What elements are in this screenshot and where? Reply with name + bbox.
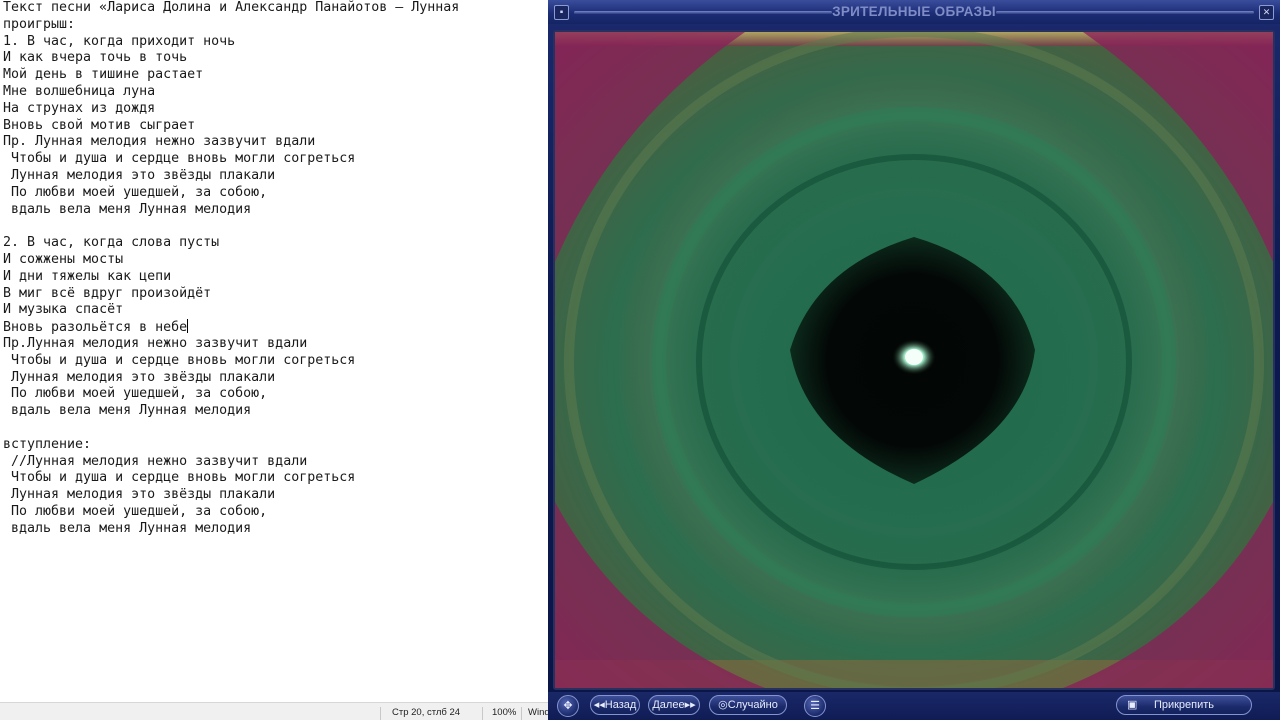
text-line-content: Мой день в тишине растает xyxy=(3,67,204,83)
rewind-icon: ◂◂ xyxy=(593,699,605,711)
text-line: Лунная мелодия это звёзды плакали xyxy=(3,487,548,504)
pin-button[interactable]: ▣ Прикрепить xyxy=(1116,695,1252,715)
text-editor-area[interactable]: Текст песни «Лариса Долина и Александр П… xyxy=(3,0,548,702)
text-line: вдаль вела меня Лунная мелодия xyxy=(3,202,548,219)
text-line: И дни тяжелы как цепи xyxy=(3,269,548,286)
text-line-content: Лунная мелодия это звёзды плакали xyxy=(3,487,276,503)
text-line-content: По любви моей ушедшей, за собою, xyxy=(3,386,268,402)
text-line-content: И дни тяжелы как цепи xyxy=(3,268,172,284)
text-line-content: Лунная мелодия это звёзды плакали xyxy=(3,167,276,183)
text-line: Чтобы и душа и сердце вновь могли согрет… xyxy=(3,470,548,487)
cursor-position: Стр 20, стлб 24 xyxy=(392,707,461,718)
text-line: И музыка спасёт xyxy=(3,302,548,319)
media-player-window: ЗРИТЕЛЬНЫЕ ОБРАЗЫ ▪ ✕ ✥ ◂◂Назад Далее▸▸ … xyxy=(548,0,1280,720)
zoom-level: 100% xyxy=(492,707,517,718)
back-button-label: Назад xyxy=(604,699,637,711)
next-button[interactable]: Далее▸▸ xyxy=(648,695,700,715)
text-line: И сожжены мосты xyxy=(3,252,548,269)
notepad-window: Текст песни «Лариса Долина и Александр П… xyxy=(0,0,548,720)
text-line-content: Чтобы и душа и сердце вновь могли согрет… xyxy=(3,470,356,486)
text-line: По любви моей ушедшей, за собою, xyxy=(3,386,548,403)
status-divider xyxy=(482,707,483,720)
pin-button-label: Прикрепить xyxy=(1153,699,1215,711)
text-line-content: Пр.Лунная мелодия нежно зазвучит вдали xyxy=(3,335,308,351)
text-caret xyxy=(187,319,189,334)
text-line-content: И музыка спасёт xyxy=(3,302,124,318)
text-line-content: 2. В час, когда слова пусты xyxy=(3,235,220,251)
player-title: ЗРИТЕЛЬНЫЕ ОБРАЗЫ xyxy=(832,4,996,19)
text-line: //Лунная мелодия нежно зазвучит вдали xyxy=(3,454,548,471)
text-line-content: Чтобы и душа и сердце вновь могли согрет… xyxy=(3,352,356,368)
text-line: проигрыш: xyxy=(3,17,548,34)
text-line xyxy=(3,420,548,437)
text-line: Лунная мелодия это звёзды плакали xyxy=(3,370,548,387)
text-line: Мой день в тишине растает xyxy=(3,67,548,84)
text-line-content: Чтобы и душа и сердце вновь могли согрет… xyxy=(3,151,356,167)
move-icon[interactable]: ✥ xyxy=(557,695,579,717)
text-line-content: Лунная мелодия это звёзды плакали xyxy=(3,369,276,385)
text-line: вдаль вела меня Лунная мелодия xyxy=(3,521,548,538)
text-line: Мне волшебница луна xyxy=(3,84,548,101)
random-button-label: Случайно xyxy=(727,699,778,711)
status-bar: Стр 20, стлб 24 100% Wind xyxy=(0,702,548,720)
text-line-content: На струнах из дождя xyxy=(3,100,156,116)
player-titlebar: ЗРИТЕЛЬНЫЕ ОБРАЗЫ ▪ ✕ xyxy=(548,0,1280,24)
random-button[interactable]: ◎Случайно xyxy=(709,695,787,715)
text-line: Лунная мелодия это звёзды плакали xyxy=(3,168,548,185)
text-line: 2. В час, когда слова пусты xyxy=(3,235,548,252)
window-menu-icon[interactable]: ▪ xyxy=(554,5,569,20)
text-line-content: 1. В час, когда приходит ночь xyxy=(3,33,236,49)
text-line: 1. В час, когда приходит ночь xyxy=(3,34,548,51)
text-line-content: И как вчера точь в точь xyxy=(3,50,188,66)
text-line-content: В миг всё вдруг произойдёт xyxy=(3,285,212,301)
text-line: Пр. Лунная мелодия нежно зазвучит вдали xyxy=(3,134,548,151)
text-line xyxy=(3,218,548,235)
random-icon: ◎ xyxy=(718,699,728,711)
text-line: На струнах из дождя xyxy=(3,101,548,118)
text-line: Пр.Лунная мелодия нежно зазвучит вдали xyxy=(3,336,548,353)
pin-icon: ▣ xyxy=(1127,699,1138,711)
forward-icon: ▸▸ xyxy=(684,699,696,711)
text-line-content: вдаль вела меня Лунная мелодия xyxy=(3,201,252,217)
text-line: Текст песни «Лариса Долина и Александр П… xyxy=(3,0,548,17)
text-line-content: вдаль вела меня Лунная мелодия xyxy=(3,403,252,419)
text-line-content: По любви моей ушедшей, за собою, xyxy=(3,184,268,200)
text-line-content: вдаль вела меня Лунная мелодия xyxy=(3,520,252,536)
visualization-graphic xyxy=(555,32,1273,688)
back-button[interactable]: ◂◂Назад xyxy=(590,695,640,715)
text-line: По любви моей ушедшей, за собою, xyxy=(3,185,548,202)
text-line: Чтобы и душа и сердце вновь могли согрет… xyxy=(3,353,548,370)
line-ending-encoding: Wind xyxy=(528,707,548,718)
text-line: По любви моей ушедшей, за собою, xyxy=(3,504,548,521)
text-line-content: И сожжены мосты xyxy=(3,251,124,267)
text-line: Вновь разольётся в небе xyxy=(3,319,548,336)
text-line-content: Текст песни «Лариса Долина и Александр П… xyxy=(3,0,460,15)
text-line-content: проигрыш: xyxy=(3,16,76,32)
status-divider xyxy=(521,707,522,720)
text-line: Вновь свой мотив сыграет xyxy=(3,118,548,135)
text-line: вступление: xyxy=(3,437,548,454)
text-line-content: Вновь свой мотив сыграет xyxy=(3,117,196,133)
next-button-label: Далее xyxy=(652,699,685,711)
text-line: В миг всё вдруг произойдёт xyxy=(3,286,548,303)
text-line-content: По любви моей ушедшей, за собою, xyxy=(3,503,268,519)
text-line-content: Вновь разольётся в небе xyxy=(3,320,188,336)
text-line: Чтобы и душа и сердце вновь могли согрет… xyxy=(3,151,548,168)
text-line-content: вступление: xyxy=(3,436,92,452)
close-icon[interactable]: ✕ xyxy=(1259,5,1274,20)
text-line: вдаль вела меня Лунная мелодия xyxy=(3,403,548,420)
text-line: И как вчера точь в точь xyxy=(3,50,548,67)
player-control-bar: ✥ ◂◂Назад Далее▸▸ ◎Случайно ☰ ▣ Прикрепит… xyxy=(548,692,1280,720)
text-line-content: Пр. Лунная мелодия нежно зазвучит вдали xyxy=(3,134,316,150)
text-line-content: //Лунная мелодия нежно зазвучит вдали xyxy=(3,453,308,469)
visualization-frame xyxy=(553,30,1275,690)
status-divider xyxy=(380,707,381,720)
list-icon[interactable]: ☰ xyxy=(804,695,826,717)
visualization-canvas xyxy=(555,32,1273,688)
text-line-content: Мне волшебница луна xyxy=(3,83,156,99)
